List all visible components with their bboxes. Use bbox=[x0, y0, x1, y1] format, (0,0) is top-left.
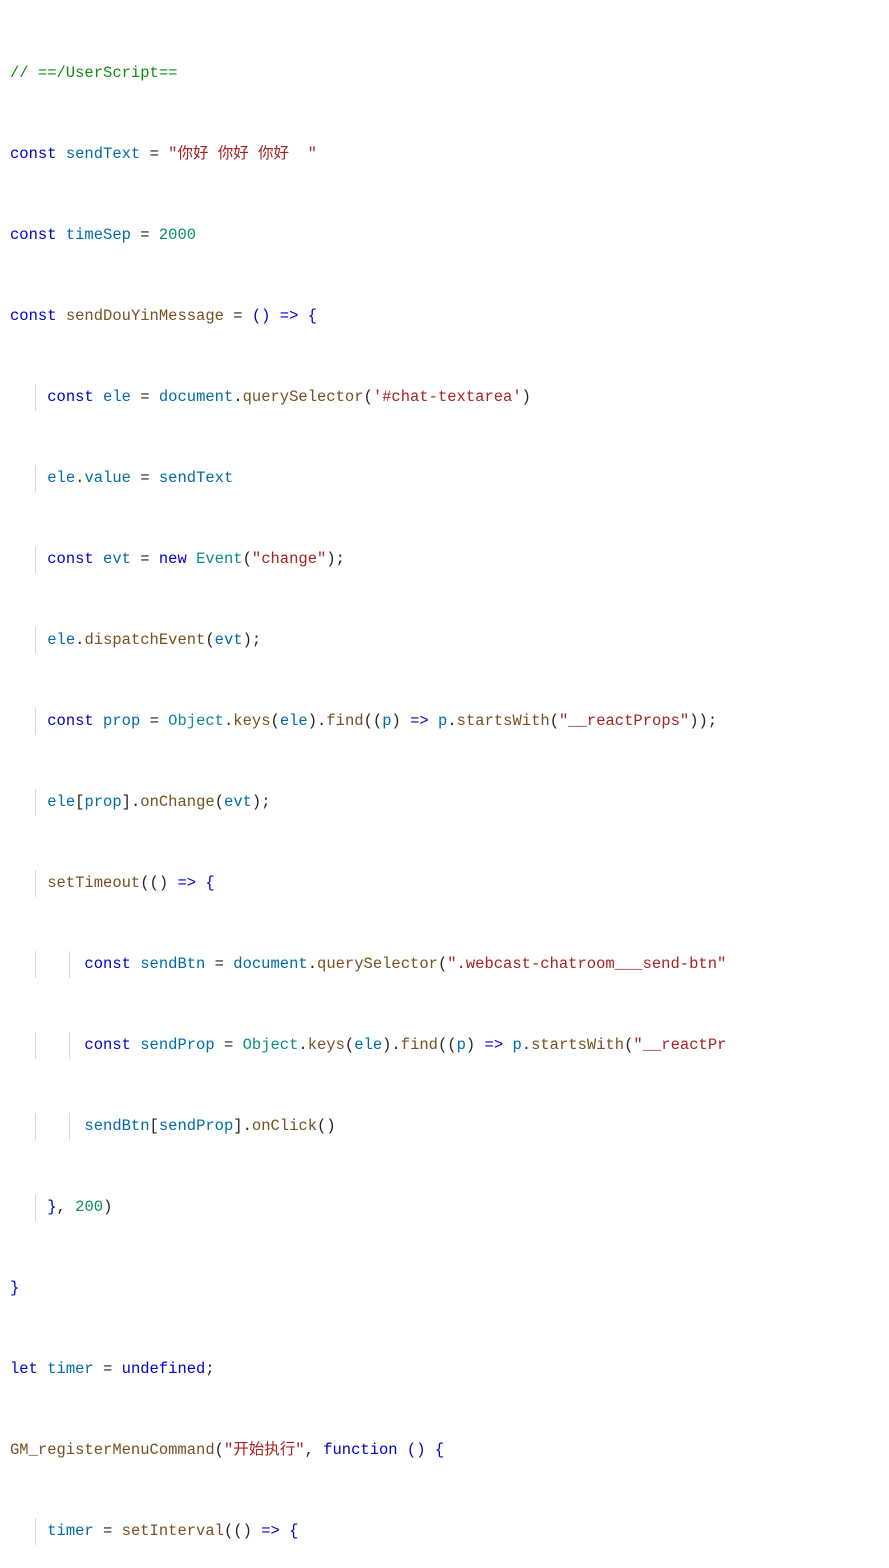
code-line: const evt = new Event("change"); bbox=[10, 546, 889, 573]
code-line: const ele = document.querySelector('#cha… bbox=[10, 384, 889, 411]
comment: // ==/UserScript== bbox=[10, 64, 177, 82]
code-line: ele.value = sendText bbox=[10, 465, 889, 492]
code-line: const prop = Object.keys(ele).find((p) =… bbox=[10, 708, 889, 735]
code-line: timer = setInterval(() => { bbox=[10, 1518, 889, 1545]
code-line: const timeSep = 2000 bbox=[10, 222, 889, 249]
code-line: ele.dispatchEvent(evt); bbox=[10, 627, 889, 654]
code-line: const sendProp = Object.keys(ele).find((… bbox=[10, 1032, 889, 1059]
code-line: setTimeout(() => { bbox=[10, 870, 889, 897]
code-line: // ==/UserScript== bbox=[10, 60, 889, 87]
code-editor: // ==/UserScript== const sendText = "你好 … bbox=[0, 0, 889, 1568]
code-line: const sendDouYinMessage = () => { bbox=[10, 303, 889, 330]
code-line: GM_registerMenuCommand("开始执行", function … bbox=[10, 1437, 889, 1464]
code-line: ele[prop].onChange(evt); bbox=[10, 789, 889, 816]
code-line: }, 200) bbox=[10, 1194, 889, 1221]
code-line: let timer = undefined; bbox=[10, 1356, 889, 1383]
code-line: } bbox=[10, 1275, 889, 1302]
code-line: const sendText = "你好 你好 你好 " bbox=[10, 141, 889, 168]
code-line: const sendBtn = document.querySelector("… bbox=[10, 951, 889, 978]
code-line: sendBtn[sendProp].onClick() bbox=[10, 1113, 889, 1140]
